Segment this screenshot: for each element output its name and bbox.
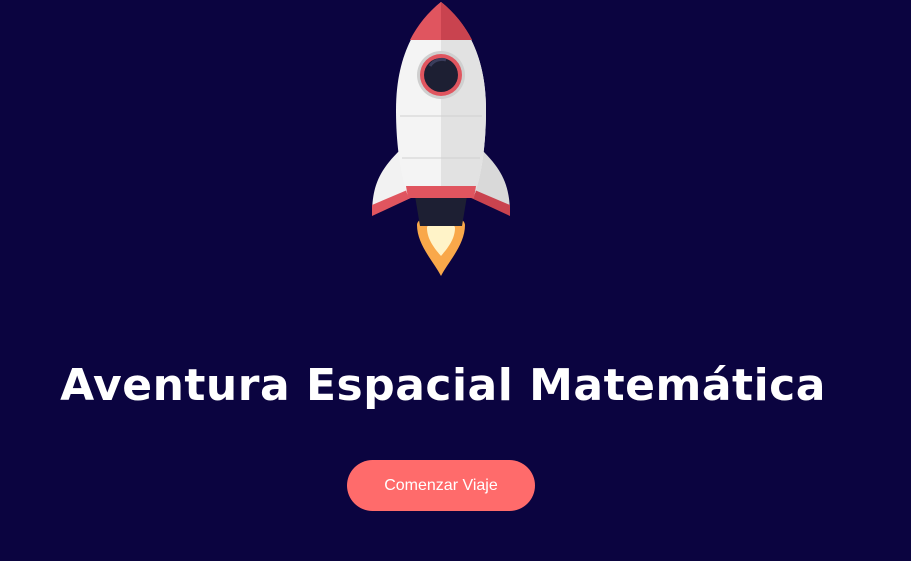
rocket-icon [372, 2, 510, 276]
start-journey-button[interactable]: Comenzar Viaje [347, 460, 535, 511]
splash-screen: Aventura Espacial Matemática Comenzar Vi… [0, 0, 911, 561]
page-title: Aventura Espacial Matemática [60, 360, 826, 411]
